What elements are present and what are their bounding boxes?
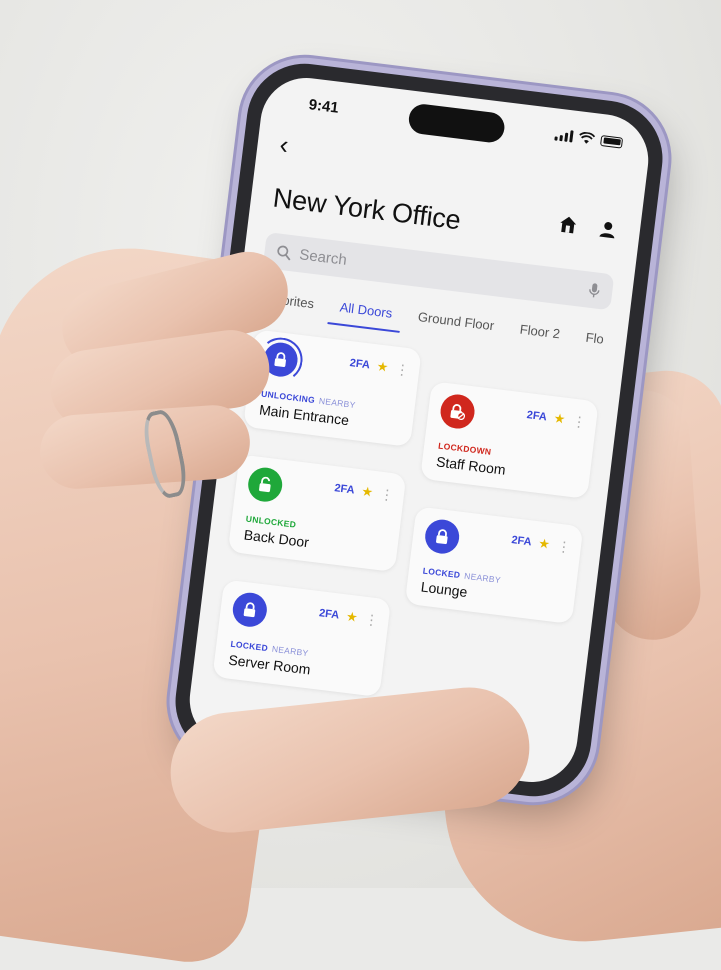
card-meta: 2FA ★ ⋮ [510,532,571,555]
person-icon[interactable] [597,218,619,240]
door-name: Staff Room [435,453,506,477]
microphone-icon[interactable] [587,282,601,299]
door-card-lounge[interactable]: 2FA ★ ⋮ LOCKEDNEARBY Lounge [405,506,584,624]
cellular-signal-icon [554,128,573,142]
more-options-icon[interactable]: ⋮ [364,612,380,628]
lock-icon [231,591,269,629]
card-meta: 2FA ★ ⋮ [349,355,410,378]
door-card-server-room[interactable]: 2FA ★ ⋮ LOCKEDNEARBY Server Room [212,579,391,697]
star-icon[interactable]: ★ [376,358,390,375]
door-card-staff-room[interactable]: 2FA ★ ⋮ LOCKDOWN Staff Room [420,381,599,499]
page-title: New York Office [271,183,462,237]
star-icon[interactable]: ★ [537,535,551,552]
nearby-label: NEARBY [271,644,309,658]
more-options-icon[interactable]: ⋮ [394,362,410,378]
door-status: LOCKED [422,566,461,581]
twofa-badge: 2FA [511,534,532,548]
more-options-icon[interactable]: ⋮ [571,414,587,430]
door-grid: 2FA ★ ⋮ UNLOCKINGNEARBY Main Entrance 2F… [212,329,602,719]
home-icon[interactable] [557,214,579,236]
star-icon[interactable]: ★ [553,410,567,427]
twofa-badge: 2FA [349,357,370,371]
card-meta: 2FA ★ ⋮ [333,480,394,503]
status-time: 9:41 [308,96,340,117]
tab-floor-2[interactable]: Floor 2 [516,313,564,352]
chevron-left-icon[interactable]: ‹ [278,129,290,161]
search-icon [276,244,293,261]
unlock-icon [246,466,284,504]
wifi-icon [578,131,595,145]
star-icon[interactable]: ★ [360,484,374,501]
door-name: Back Door [243,527,310,551]
door-card-main-entrance[interactable]: 2FA ★ ⋮ UNLOCKINGNEARBY Main Entrance [243,329,422,447]
header-actions [557,214,619,241]
tab-ground-floor[interactable]: Ground Floor [414,301,498,345]
door-name: Lounge [420,578,468,600]
star-icon[interactable]: ★ [345,609,359,626]
nearby-label: NEARBY [318,396,356,410]
more-options-icon[interactable]: ⋮ [379,487,395,503]
lock-blocked-icon [439,393,477,431]
door-status: LOCKED [230,639,269,654]
tab-floor-partial[interactable]: Flo [582,322,608,358]
lock-icon [423,518,461,556]
status-icons [554,128,623,148]
search-placeholder: Search [299,246,348,269]
card-meta: 2FA ★ ⋮ [526,407,587,430]
tab-all-doors[interactable]: All Doors [336,291,396,332]
dynamic-island [407,103,506,144]
phone-screen: 9:41 ‹ New York Office Search Favorites … [185,73,654,788]
battery-icon [600,135,623,149]
card-meta: 2FA ★ ⋮ [318,605,379,628]
nearby-label: NEARBY [464,571,502,585]
more-options-icon[interactable]: ⋮ [556,539,572,555]
twofa-badge: 2FA [526,409,547,423]
left-hand-finger [38,403,253,491]
twofa-badge: 2FA [334,482,355,496]
door-card-back-door[interactable]: 2FA ★ ⋮ UNLOCKED Back Door [228,454,407,572]
twofa-badge: 2FA [318,607,339,621]
